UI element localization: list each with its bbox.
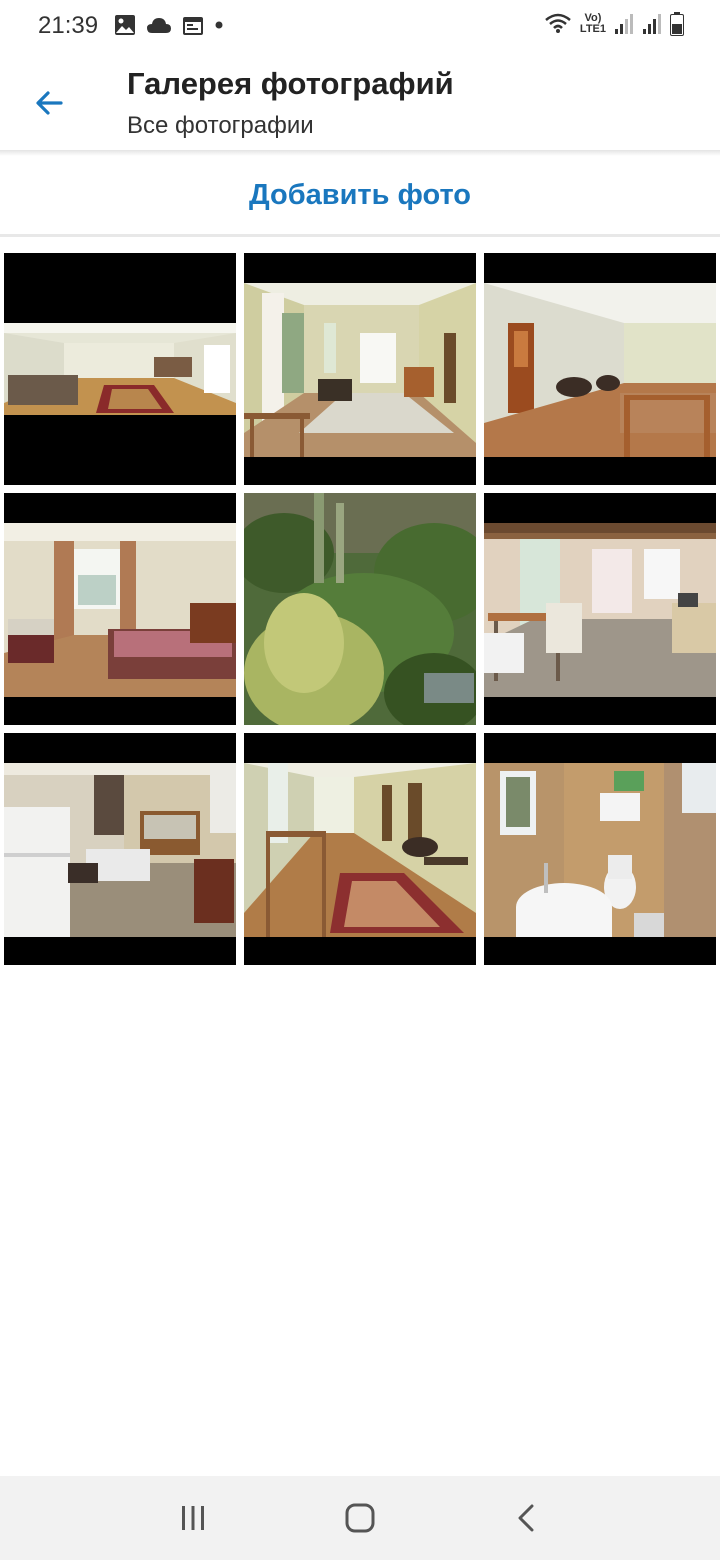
room-with-door-and-stairs-photo: [484, 283, 716, 457]
bedroom-photo: [4, 523, 236, 697]
recents-button[interactable]: [163, 1488, 223, 1548]
back-button[interactable]: [26, 80, 72, 126]
system-back-button[interactable]: [497, 1488, 557, 1548]
signal-icon: [615, 14, 633, 34]
volte-icon: Vo) LTE1: [579, 12, 606, 35]
dining-room-photo: [484, 523, 716, 697]
gallery-icon: [115, 15, 135, 35]
status-time: 21:39: [38, 12, 99, 39]
system-nav-bar: [0, 1476, 720, 1560]
divider: [0, 234, 720, 237]
photo-thumbnail[interactable]: [4, 493, 236, 725]
battery-icon: [670, 12, 684, 36]
photo-thumbnail[interactable]: [484, 493, 716, 725]
add-photo-button[interactable]: Добавить фото: [249, 179, 471, 212]
calendar-icon: [183, 17, 203, 35]
status-bar: 21:39 Vo) LTE1: [0, 0, 720, 52]
hallway-with-carpet-photo: [244, 763, 476, 937]
photo-thumbnail[interactable]: [4, 733, 236, 965]
page-subtitle: Все фотографии: [127, 112, 314, 139]
photo-grid: [4, 253, 716, 965]
photo-thumbnail[interactable]: [244, 253, 476, 485]
forest-view-photo: [244, 493, 476, 725]
photo-thumbnail[interactable]: [244, 493, 476, 725]
signal-icon: [643, 14, 661, 34]
photo-thumbnail[interactable]: [484, 253, 716, 485]
home-icon: [345, 1503, 375, 1533]
cloud-icon: [147, 18, 171, 33]
photo-thumbnail[interactable]: [244, 733, 476, 965]
recents-icon: [182, 1506, 205, 1530]
dot-icon: [215, 21, 223, 29]
photo-thumbnail[interactable]: [4, 253, 236, 485]
arrow-left-icon: [36, 91, 63, 115]
wifi-icon: [545, 13, 571, 33]
room-with-carpet-photo: [4, 323, 236, 415]
home-button[interactable]: [330, 1488, 390, 1548]
hall-with-windows-photo: [244, 283, 476, 457]
bathroom-photo: [484, 763, 716, 937]
app-header: Галерея фотографий Все фотографии: [0, 52, 720, 152]
kitchen-photo: [4, 763, 236, 937]
back-icon: [518, 1504, 534, 1532]
page-title: Галерея фотографий: [127, 66, 454, 101]
add-photo-bar: Добавить фото: [0, 156, 720, 234]
photo-thumbnail[interactable]: [484, 733, 716, 965]
